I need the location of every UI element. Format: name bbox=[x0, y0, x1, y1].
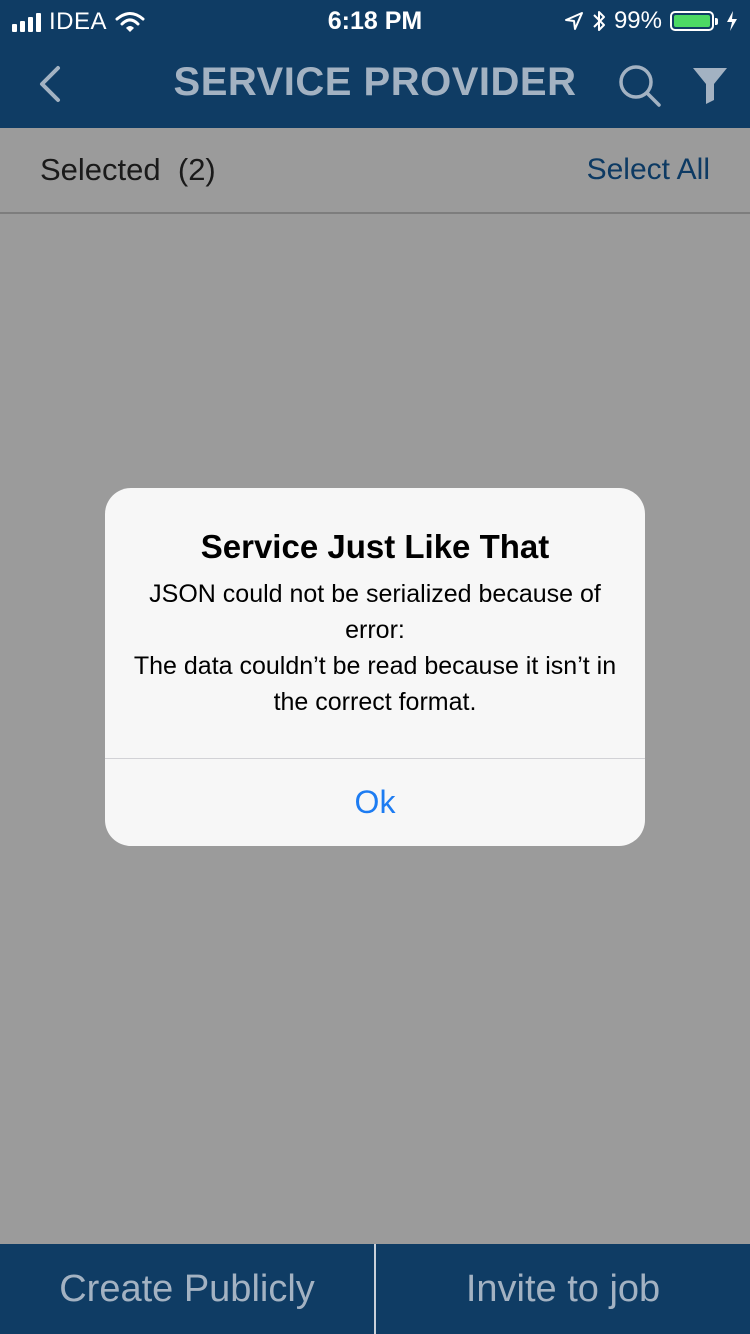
alert-dialog: Service Just Like That JSON could not be… bbox=[105, 488, 645, 846]
status-bar: IDEA 6:18 PM 99% bbox=[0, 0, 750, 40]
ok-button[interactable]: Ok bbox=[105, 759, 645, 846]
invite-to-job-button[interactable]: Invite to job bbox=[376, 1244, 750, 1334]
search-icon[interactable] bbox=[616, 62, 662, 108]
bluetooth-icon bbox=[593, 11, 605, 31]
selected-count: Selected (2) bbox=[40, 152, 216, 187]
alert-title: Service Just Like That bbox=[200, 528, 550, 565]
alert-message: JSON could not be serialized because of … bbox=[133, 580, 617, 716]
create-publicly-button[interactable]: Create Publicly bbox=[0, 1244, 374, 1334]
select-all-button[interactable]: Select All bbox=[587, 153, 710, 187]
battery-icon bbox=[670, 11, 718, 31]
location-icon bbox=[564, 12, 583, 30]
nav-bar: SERVICE PROVIDER bbox=[0, 40, 750, 128]
battery-fill bbox=[674, 15, 710, 27]
filter-icon[interactable] bbox=[692, 66, 728, 104]
bottom-bar: Create Publicly Invite to job bbox=[0, 1244, 750, 1334]
app-header: IDEA 6:18 PM 99% SERVICE PROVIDER bbox=[0, 0, 750, 128]
battery-percent: 99% bbox=[613, 7, 662, 34]
selection-bar: Selected (2) Select All bbox=[0, 128, 750, 214]
status-right: 99% bbox=[564, 7, 738, 35]
charging-icon bbox=[727, 11, 737, 31]
